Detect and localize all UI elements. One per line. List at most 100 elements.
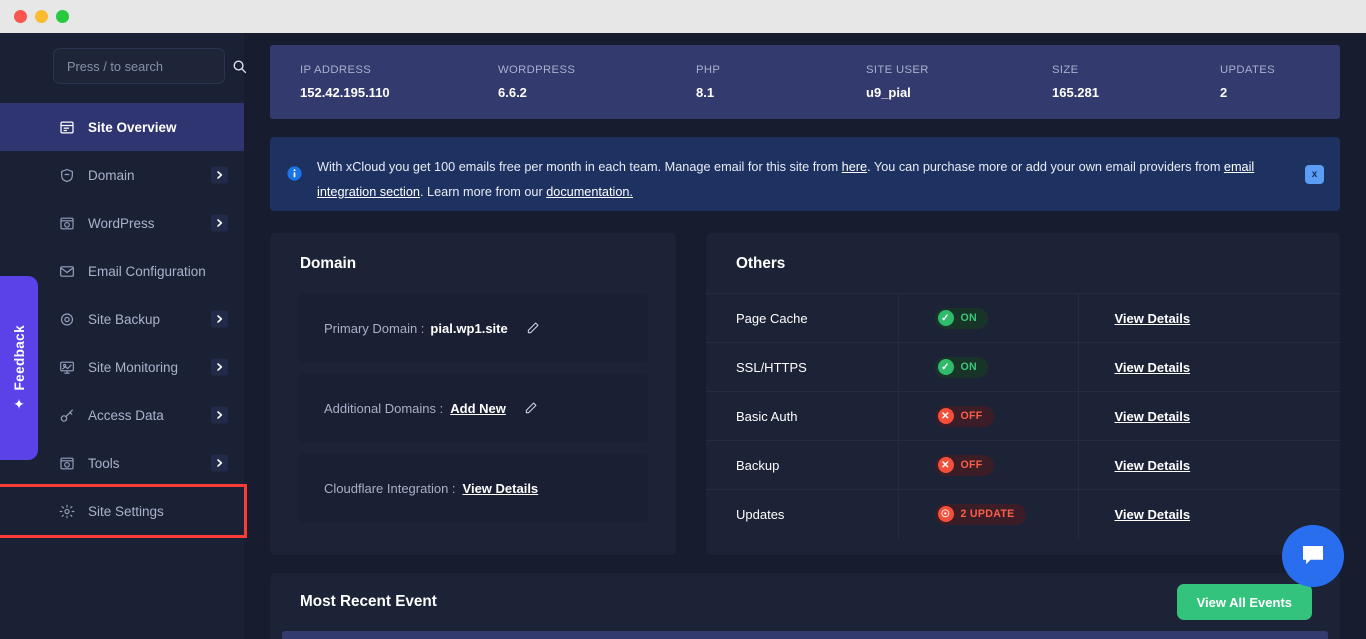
search-input[interactable]: [67, 59, 232, 74]
domain-card: Domain Primary Domain : pial.wp1.site Ad…: [270, 233, 676, 555]
others-card: Others Page Cache ✓ ON: [706, 233, 1340, 555]
row-action: View Details: [1078, 294, 1340, 343]
notice-link-documentation[interactable]: documentation.: [546, 185, 633, 199]
events-table-header: [282, 631, 1328, 639]
stat-ip-address: IP ADDRESS 152.42.195.110: [270, 64, 468, 100]
sidebar-item-label: Site Overview: [88, 120, 177, 135]
stat-value: 6.6.2: [498, 85, 666, 100]
stat-php: PHP 8.1: [666, 64, 836, 100]
close-icon[interactable]: x: [1305, 165, 1324, 184]
stat-label: SITE USER: [866, 64, 1022, 76]
others-table: Page Cache ✓ ON View Details: [706, 293, 1340, 539]
feedback-tab[interactable]: Feedback ✦: [0, 276, 38, 460]
stat-label: SIZE: [1052, 64, 1190, 76]
additional-domains-label: Additional Domains :: [324, 401, 443, 416]
gear-icon: [58, 503, 75, 520]
stat-wordpress: WORDPRESS 6.6.2: [468, 64, 666, 100]
chevron-right-icon[interactable]: [211, 455, 228, 472]
sidebar-search[interactable]: [53, 48, 225, 84]
table-row: SSL/HTTPS ✓ ON View Details: [706, 343, 1340, 392]
cloudflare-integration-label: Cloudflare Integration :: [324, 481, 456, 496]
row-status: ✕ OFF: [898, 392, 1078, 441]
card-spacer: [270, 533, 676, 555]
chevron-right-icon[interactable]: [211, 359, 228, 376]
additional-domains-row: Additional Domains : Add New: [298, 373, 648, 443]
envelope-icon: [58, 263, 75, 280]
domain-card-title: Domain: [270, 233, 676, 293]
site-stats-bar: IP ADDRESS 152.42.195.110 WORDPRESS 6.6.…: [270, 45, 1340, 119]
sidebar-item-label: Email Configuration: [88, 264, 206, 279]
monitor-icon: [58, 359, 75, 376]
sidebar-item-site-settings[interactable]: Site Settings: [0, 487, 244, 535]
check-icon: ✓: [938, 359, 954, 375]
sidebar-item-domain[interactable]: Domain: [0, 151, 244, 199]
status-badge: ✓ ON: [935, 357, 989, 378]
cloudflare-view-details-link[interactable]: View Details: [463, 481, 539, 496]
most-recent-event-header: Most Recent Event View All Events: [270, 573, 1340, 631]
window-close-button[interactable]: [14, 10, 27, 23]
shield-icon: [58, 167, 75, 184]
key-icon: [58, 407, 75, 424]
chevron-right-icon[interactable]: [211, 311, 228, 328]
window-maximize-button[interactable]: [56, 10, 69, 23]
primary-domain-row: Primary Domain : pial.wp1.site: [298, 293, 648, 363]
row-name: Updates: [706, 490, 898, 539]
stat-label: PHP: [696, 64, 836, 76]
stat-updates: UPDATES 2: [1190, 64, 1275, 100]
view-details-link[interactable]: View Details: [1115, 507, 1191, 522]
chevron-right-icon[interactable]: [211, 215, 228, 232]
view-details-link[interactable]: View Details: [1115, 360, 1191, 375]
primary-domain-value: pial.wp1.site: [430, 321, 507, 336]
view-details-link[interactable]: View Details: [1115, 409, 1191, 424]
page-title: Most Recent Event: [300, 593, 437, 611]
add-new-domain-link[interactable]: Add New: [450, 401, 506, 416]
stat-value: u9_pial: [866, 85, 1022, 100]
sparkles-icon: ✦: [13, 397, 25, 411]
chevron-right-icon[interactable]: [211, 407, 228, 424]
search-icon[interactable]: [232, 59, 247, 74]
notice-part-1: With xCloud you get 100 emails free per …: [317, 160, 842, 174]
sidebar-item-site-overview[interactable]: Site Overview: [0, 103, 244, 151]
view-details-link[interactable]: View Details: [1115, 458, 1191, 473]
view-details-link[interactable]: View Details: [1115, 311, 1191, 326]
status-badge-label: OFF: [961, 410, 983, 422]
table-row: Basic Auth ✕ OFF View Details: [706, 392, 1340, 441]
main-content: IP ADDRESS 152.42.195.110 WORDPRESS 6.6.…: [244, 33, 1366, 639]
stat-value: 152.42.195.110: [300, 85, 468, 100]
app-shell: Feedback ✦: [0, 33, 1366, 639]
edit-pencil-icon[interactable]: [526, 321, 540, 335]
stat-value: 8.1: [696, 85, 836, 100]
notice-part-3: . Learn more from our: [420, 185, 546, 199]
table-row: Page Cache ✓ ON View Details: [706, 294, 1340, 343]
stat-label: UPDATES: [1220, 64, 1275, 76]
edit-pencil-icon[interactable]: [524, 401, 538, 415]
row-name: Page Cache: [706, 294, 898, 343]
sidebar-item-label: Site Settings: [88, 504, 164, 519]
notice-part-2: . You can purchase more or add your own …: [867, 160, 1224, 174]
sidebar-item-label: Access Data: [88, 408, 164, 423]
notice-link-here[interactable]: here: [842, 160, 867, 174]
chevron-right-icon[interactable]: [211, 167, 228, 184]
status-badge-label: ON: [961, 361, 978, 373]
stat-label: WORDPRESS: [498, 64, 666, 76]
check-icon: ✓: [938, 310, 954, 326]
sidebar-item-label: Domain: [88, 168, 135, 183]
stat-value: 165.281: [1052, 85, 1190, 100]
chat-bubble-icon[interactable]: [1282, 525, 1344, 587]
stat-site-user: SITE USER u9_pial: [836, 64, 1022, 100]
wordpress-icon: [58, 215, 75, 232]
sidebar-item-wordpress[interactable]: WordPress: [0, 199, 244, 247]
row-status: ✓ ON: [898, 294, 1078, 343]
view-all-events-button[interactable]: View All Events: [1177, 584, 1312, 620]
cloudflare-integration-row: Cloudflare Integration : View Details: [298, 453, 648, 523]
table-row: Backup ✕ OFF View Details: [706, 441, 1340, 490]
window-minimize-button[interactable]: [35, 10, 48, 23]
row-action: View Details: [1078, 392, 1340, 441]
window-titlebar: [0, 0, 1366, 33]
row-name: Basic Auth: [706, 392, 898, 441]
row-status: ☉ 2 UPDATE: [898, 490, 1078, 539]
status-badge: ✕ OFF: [935, 455, 994, 476]
stat-value: 2: [1220, 85, 1275, 100]
row-action: View Details: [1078, 441, 1340, 490]
feedback-tab-label: Feedback: [12, 325, 27, 390]
